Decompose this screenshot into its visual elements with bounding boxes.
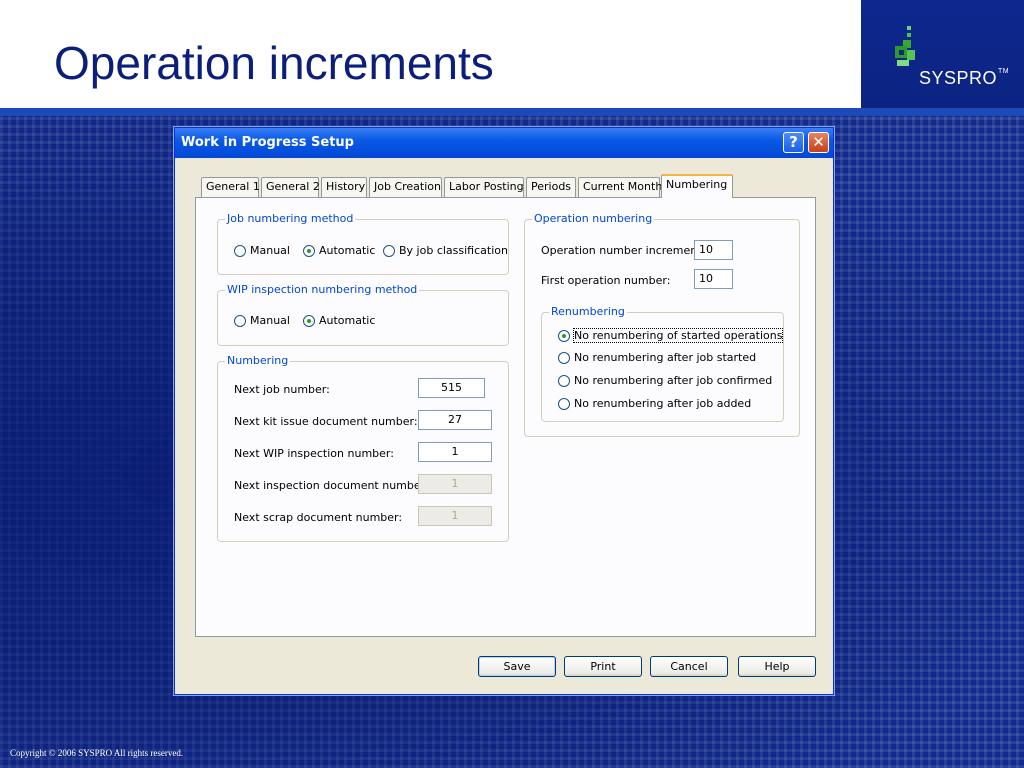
renumber-started-radio[interactable] — [558, 330, 570, 342]
first-operation-number-field[interactable]: 10 — [694, 269, 733, 289]
renumber-after-confirmed-radio[interactable] — [558, 375, 570, 387]
dialog-title: Work in Progress Setup — [181, 135, 354, 150]
job-automatic-radio[interactable] — [303, 245, 315, 257]
renumbering-legend: Renumbering — [549, 305, 627, 318]
renumber-after-added-radio[interactable] — [558, 398, 570, 410]
slide-header: Operation increments — [0, 0, 858, 108]
first-operation-number-label: First operation number: — [541, 274, 671, 287]
wip-setup-dialog: Work in Progress Setup ? ✕ General 1 Gen… — [174, 127, 834, 695]
header-rule — [0, 108, 1024, 116]
next-kit-issue-label: Next kit issue document number: — [234, 415, 418, 428]
logo-word: SYSPRO — [919, 68, 998, 88]
wip-inspection-legend: WIP inspection numbering method — [225, 283, 420, 296]
print-button[interactable]: Print — [564, 656, 642, 677]
renumber-after-started-label[interactable]: No renumbering after job started — [574, 351, 756, 364]
renumbering-group: Renumbering No renumbering of started op… — [541, 305, 784, 422]
next-job-number-label: Next job number: — [234, 383, 330, 396]
next-scrap-document-field: 1 — [418, 506, 492, 526]
wip-manual-label[interactable]: Manual — [250, 314, 290, 327]
job-numbering-group: Job numbering method Manual Automatic By… — [217, 212, 509, 275]
operation-numbering-group: Operation numbering Operation number inc… — [524, 212, 800, 437]
help-icon[interactable]: ? — [783, 132, 804, 153]
operation-increment-label: Operation number increment: — [541, 244, 706, 257]
next-job-number-field[interactable]: 515 — [418, 378, 485, 398]
job-automatic-label[interactable]: Automatic — [319, 244, 375, 257]
help-button[interactable]: Help — [738, 656, 816, 677]
logo-trademark: TM — [998, 68, 1010, 75]
next-inspection-document-field: 1 — [418, 474, 492, 494]
numbering-tab-panel: Job numbering method Manual Automatic By… — [195, 197, 816, 637]
tab-general-1[interactable]: General 1 — [201, 177, 260, 197]
renumber-started-label[interactable]: No renumbering of started operations — [572, 328, 784, 343]
wip-manual-radio[interactable] — [234, 315, 246, 327]
wip-automatic-label[interactable]: Automatic — [319, 314, 375, 327]
next-wip-inspection-field[interactable]: 1 — [418, 442, 492, 462]
logo-panel: SYSPROTM — [858, 0, 1024, 108]
next-kit-issue-field[interactable]: 27 — [418, 410, 492, 430]
tab-general-2[interactable]: General 2 — [261, 177, 320, 197]
numbering-group: Numbering Next job number: 515 Next kit … — [217, 354, 509, 542]
tab-job-creation[interactable]: Job Creation — [369, 177, 442, 197]
job-manual-radio[interactable] — [234, 245, 246, 257]
syspro-logo-text: SYSPROTM — [919, 68, 1009, 89]
close-icon[interactable]: ✕ — [808, 132, 829, 153]
tab-periods[interactable]: Periods — [526, 177, 576, 197]
numbering-legend: Numbering — [225, 354, 291, 367]
next-inspection-document-label: Next inspection document number: — [234, 479, 429, 492]
renumber-after-confirmed-label[interactable]: No renumbering after job confirmed — [574, 374, 772, 387]
job-numbering-legend: Job numbering method — [225, 212, 356, 225]
tab-history[interactable]: History — [321, 177, 367, 197]
copyright-text: Copyright © 2006 SYSPRO All rights reser… — [10, 748, 184, 758]
next-scrap-document-label: Next scrap document number: — [234, 511, 403, 524]
job-classification-label[interactable]: By job classification — [399, 244, 508, 257]
tab-current-month[interactable]: Current Month — [578, 177, 662, 197]
save-button[interactable]: Save — [478, 656, 556, 677]
cancel-button[interactable]: Cancel — [650, 656, 728, 677]
renumber-after-started-radio[interactable] — [558, 352, 570, 364]
tab-labor-posting[interactable]: Labor Posting — [444, 177, 524, 197]
dialog-titlebar[interactable]: Work in Progress Setup ? ✕ — [175, 128, 833, 158]
operation-numbering-legend: Operation numbering — [532, 212, 655, 225]
job-classification-radio[interactable] — [383, 245, 395, 257]
wip-inspection-group: WIP inspection numbering method Manual A… — [217, 283, 509, 346]
job-manual-label[interactable]: Manual — [250, 244, 290, 257]
operation-increment-field[interactable]: 10 — [694, 240, 733, 260]
tab-numbering[interactable]: Numbering — [661, 174, 733, 198]
renumber-after-added-label[interactable]: No renumbering after job added — [574, 397, 751, 410]
slide-title: Operation increments — [54, 37, 494, 89]
next-wip-inspection-label: Next WIP inspection number: — [234, 447, 394, 460]
wip-automatic-radio[interactable] — [303, 315, 315, 327]
